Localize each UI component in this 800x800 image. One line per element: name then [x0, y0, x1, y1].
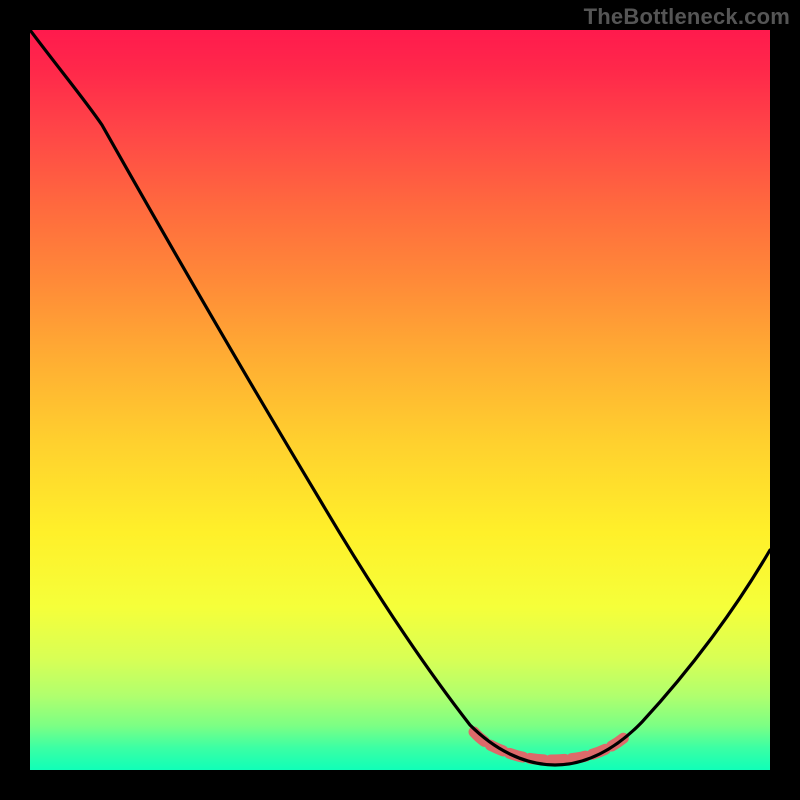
- chart-frame: TheBottleneck.com: [0, 0, 800, 800]
- curve-svg: [30, 30, 770, 770]
- bottleneck-curve-path: [30, 30, 770, 765]
- plot-area: [30, 30, 770, 770]
- watermark-text: TheBottleneck.com: [584, 4, 790, 30]
